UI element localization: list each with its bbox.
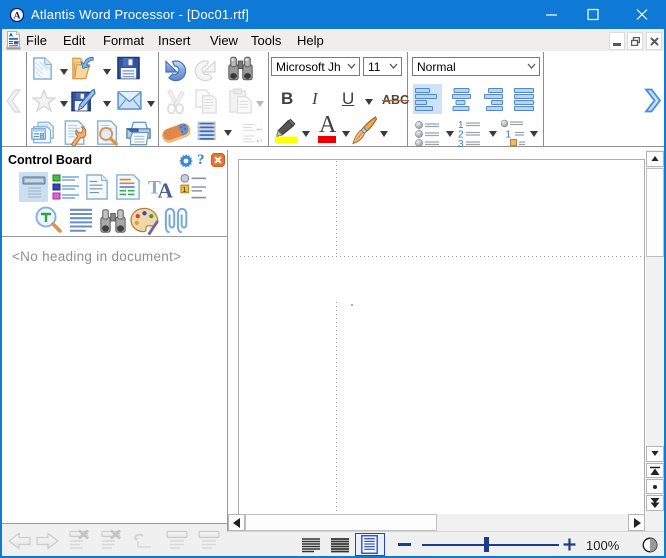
svg-text:1: 1	[506, 130, 512, 141]
svg-text:↩: ↩	[256, 125, 263, 134]
svg-text:1: 1	[182, 185, 186, 194]
svg-text:A: A	[13, 10, 20, 21]
svg-text:A: A	[158, 179, 174, 200]
svg-text:3: 3	[458, 139, 464, 147]
svg-text:↩: ↩	[256, 136, 263, 145]
